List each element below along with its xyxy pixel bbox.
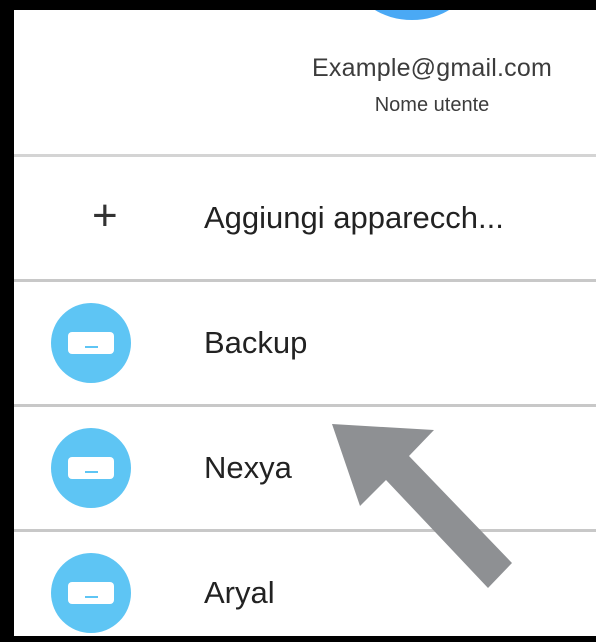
side-menu: Example@gmail.com Nome utente + Aggiungi… <box>0 0 596 642</box>
pointer-arrow-icon <box>332 424 512 588</box>
